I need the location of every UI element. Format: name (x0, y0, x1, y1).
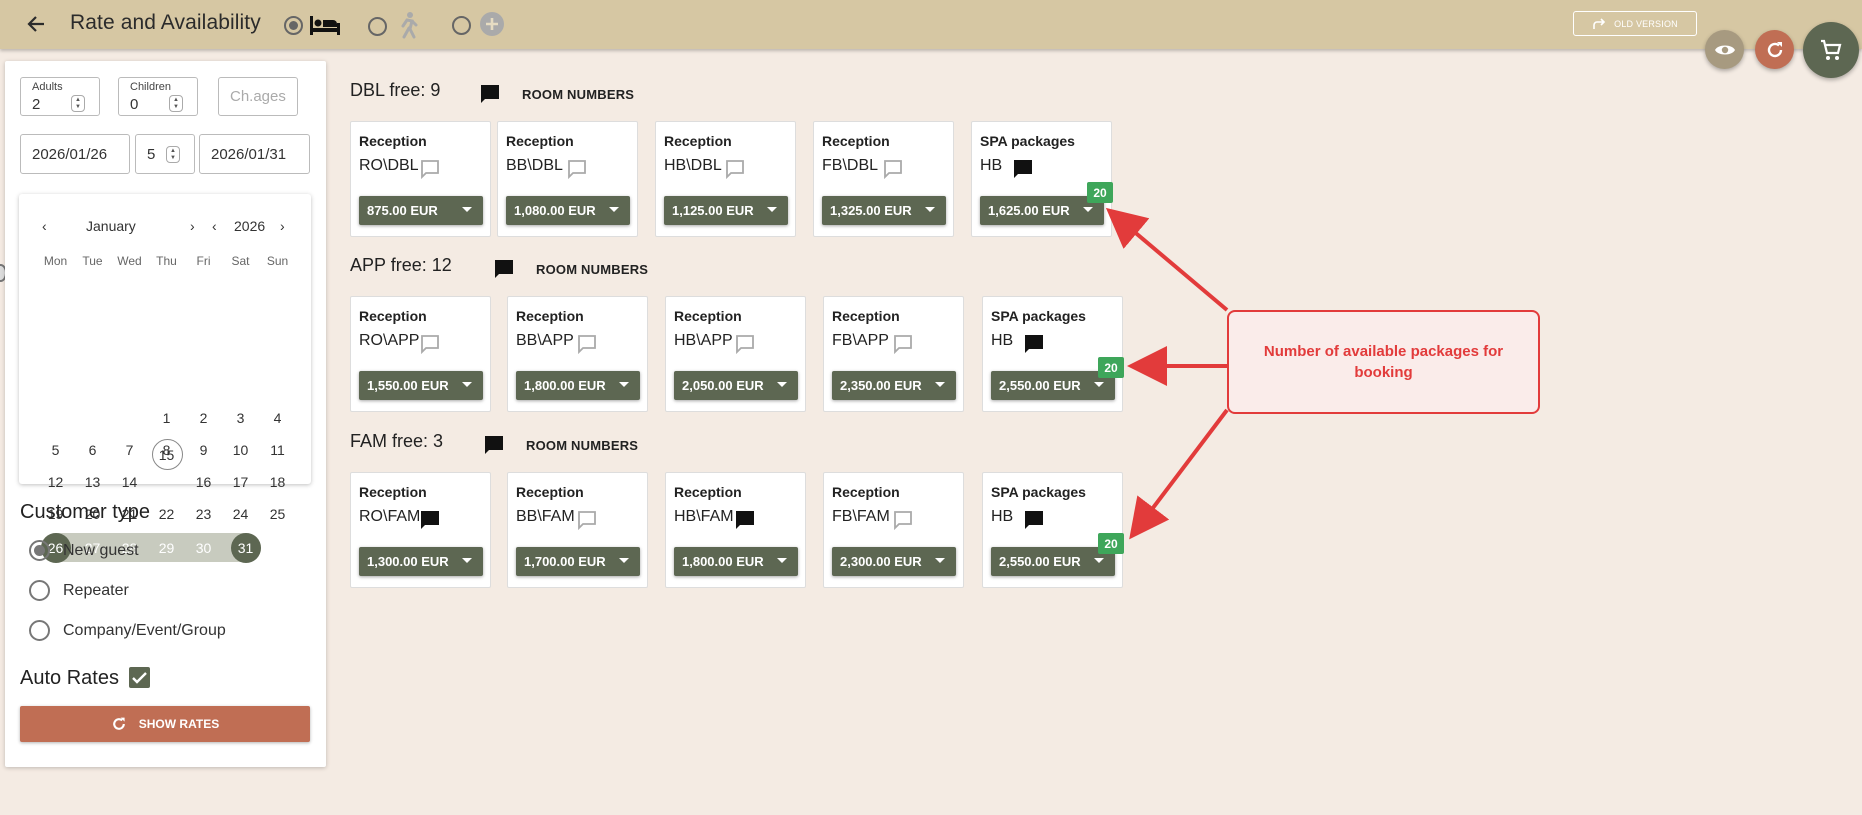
annotation-arrows (1105, 207, 1229, 540)
annotation-arrow (1105, 207, 1229, 312)
annotation-arrow (1129, 408, 1229, 540)
annotation-callout: Number of available packages for booking (1227, 310, 1540, 414)
